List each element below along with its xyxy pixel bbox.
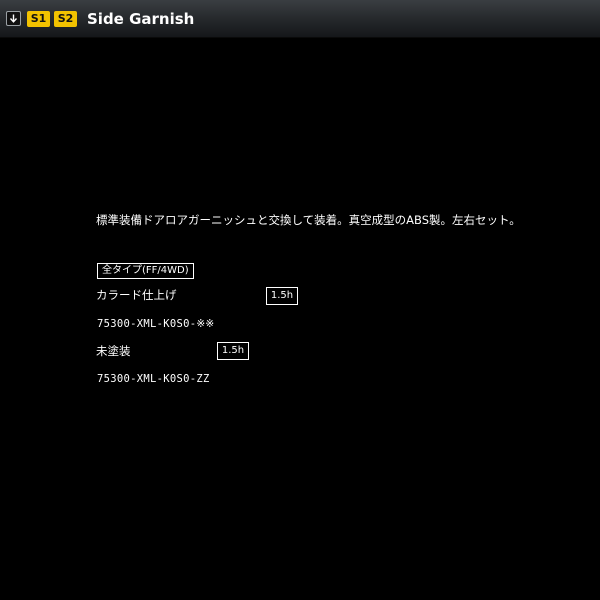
install-time-badge: 1.5h (266, 287, 298, 305)
header-bar: S1 S2 Side Garnish (0, 0, 600, 38)
install-time-badge: 1.5h (217, 342, 249, 360)
part-number-unpainted: 75300-XML-K0S0-ZZ (97, 373, 210, 385)
arrow-down-icon (9, 14, 18, 23)
option-label-unpainted: 未塗装 (96, 344, 131, 358)
page-title: Side Garnish (87, 10, 195, 28)
type-tag: 全タイプ(FF/4WD) (97, 263, 194, 279)
badge-s2[interactable]: S2 (54, 11, 77, 27)
part-number-colored: 75300-XML-K0S0-※※ (97, 318, 215, 330)
download-button[interactable] (6, 11, 21, 26)
product-description: 標準装備ドアロアガーニッシュと交換して装着。真空成型のABS製。左右セット。 (96, 213, 521, 227)
badge-s1[interactable]: S1 (27, 11, 50, 27)
option-label-colored: カラード仕上げ (96, 288, 177, 302)
